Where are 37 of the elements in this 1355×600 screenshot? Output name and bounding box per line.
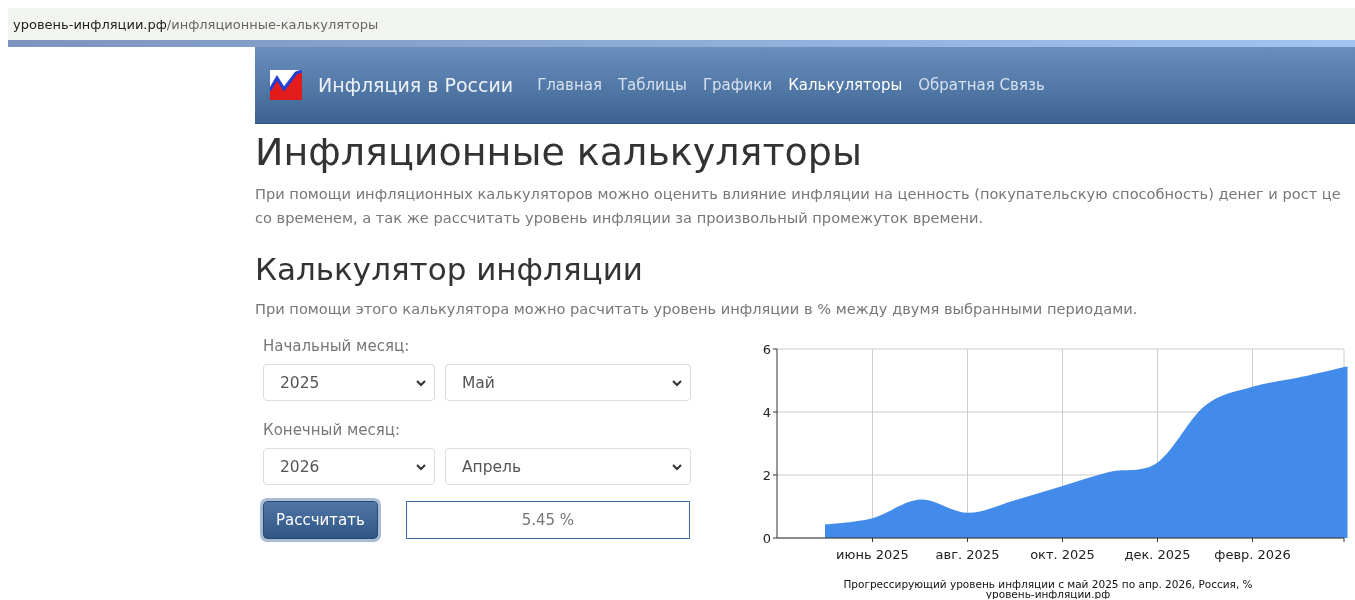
chevron-down-icon [416,462,426,471]
year-select[interactable]: 2025 [263,364,435,401]
month-select[interactable]: Апрель [445,448,691,485]
y-tick-label: 2 [762,468,771,483]
chevron-down-icon [672,378,682,387]
x-tick-label: окт. 2025 [1030,547,1095,562]
x-tick-label: дек. 2025 [1124,547,1191,562]
x-tick-label: авг. 2025 [935,547,1000,562]
nav-link[interactable]: Таблицы [617,76,687,94]
field-label: Конечный месяц: [263,421,400,439]
calculate-button[interactable]: Рассчитать [263,501,378,539]
nav-link[interactable]: Обратная Связь [918,76,1045,94]
chart-title: Прогрессирующий уровень инфляции с май 2025 по апр. 2026, Россия, % [843,578,1253,590]
x-tick-label: февр. 2026 [1214,547,1291,562]
section-description: При помощи этого калькулятора можно расчитать уровень инфляции в % между двумя выбранными периодами. [255,300,1139,317]
section-title: Калькулятор инфляции [255,250,644,288]
page-title: Инфляционные калькуляторы [255,130,863,174]
y-tick-label: 0 [762,531,771,546]
chevron-down-icon [672,462,682,471]
intro-text: При помощи инфляционных калькуляторов можно оценить влияние инфляции на ценность (покупательскую способность) денег и рост це [255,184,1342,204]
intro-text: со временем, а так же рассчитать уровень инфляции за произвольный промежуток времени. [255,208,985,228]
nav-link[interactable]: Графики [702,76,773,94]
address-path: /инфляционные-калькуляторы [166,16,379,32]
rising-chart-icon[interactable] [270,70,302,100]
x-tick-label: июнь 2025 [836,547,909,562]
chevron-down-icon [416,378,426,387]
site-brand[interactable]: Инфляция в России [318,74,514,96]
y-tick-label: 4 [762,405,771,420]
result-field[interactable]: 5.45 % [405,501,690,539]
address-bar[interactable]: уровень-инфляции.рф/инфляционные-калькуляторы [8,8,1355,40]
field-label: Начальный месяц: [263,337,410,355]
year-select[interactable]: 2026 [263,448,435,485]
y-tick-label: 6 [762,342,771,357]
nav-link[interactable]: Калькуляторы [788,76,903,94]
nav-link[interactable]: Главная [537,76,602,94]
address-domain: уровень-инфляции.рф [13,16,167,32]
month-select[interactable]: Май [445,364,691,401]
